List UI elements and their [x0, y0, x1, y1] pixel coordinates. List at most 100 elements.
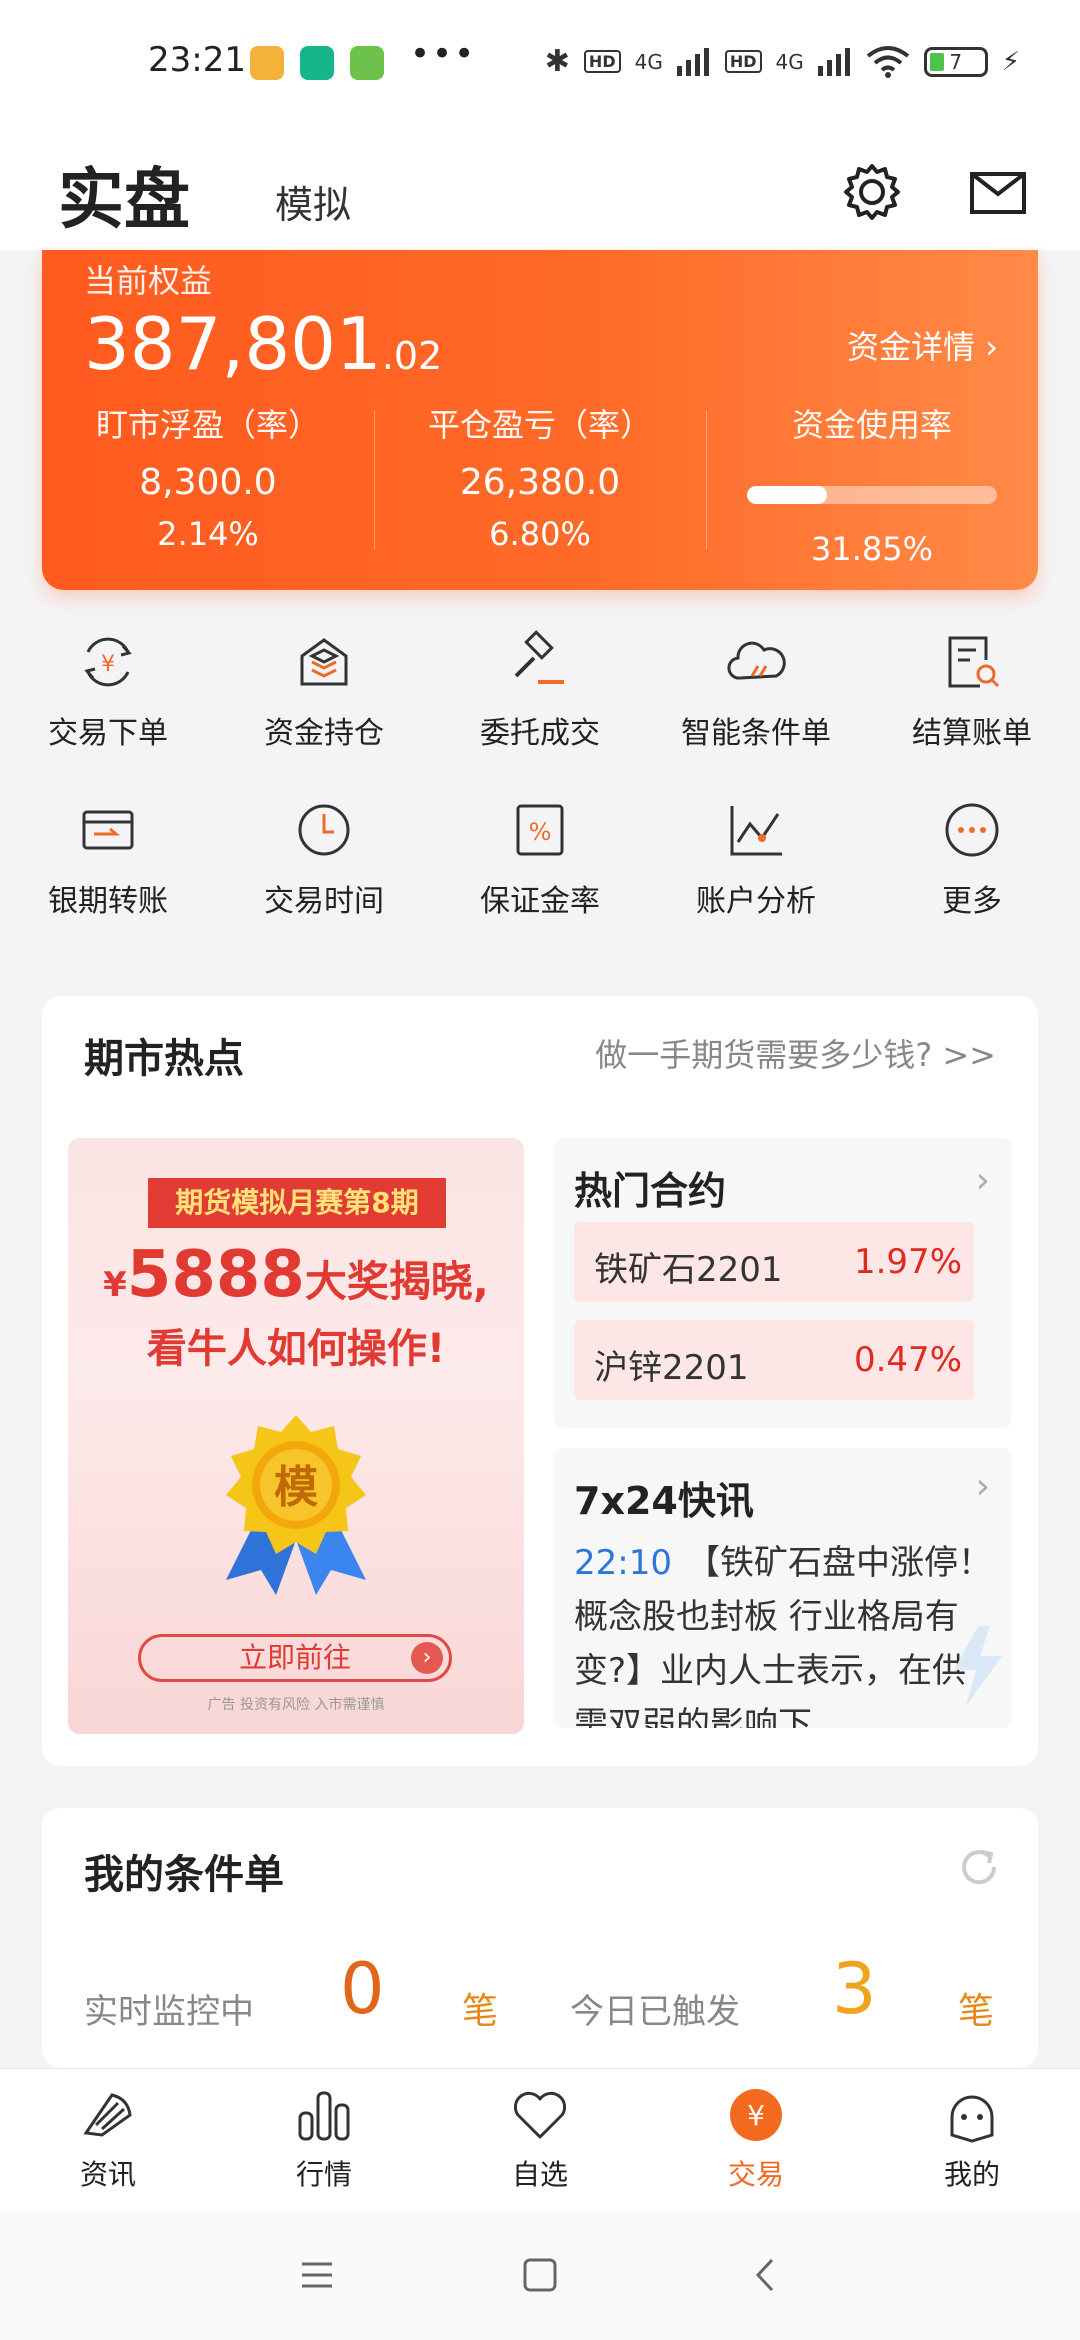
- equity-value-decimal: .02: [381, 334, 443, 378]
- equity-value: 387,801.02: [84, 302, 442, 386]
- shield-app-icon: [300, 46, 334, 80]
- smart-condition-button[interactable]: 智能条件单: [648, 630, 864, 798]
- closed-pnl: 平仓盈亏（率） 26,380.0 6.80%: [374, 400, 706, 553]
- bank-transfer-button[interactable]: 银期转账: [0, 798, 216, 966]
- arrow-right-icon: ›: [411, 1642, 443, 1674]
- tab-simulation[interactable]: 模拟: [275, 174, 351, 229]
- nav-trade[interactable]: ¥ 交易: [648, 2069, 864, 2210]
- floating-pnl-rate: 2.14%: [157, 515, 259, 553]
- news-item[interactable]: 22:10 【铁矿石盘中涨停！概念股也封板 行业格局有变?】业内人士表示，在供需双…: [574, 1536, 994, 1728]
- nav-trade-label: 交易: [727, 2158, 784, 2191]
- more-notifications-icon: •••: [410, 34, 477, 74]
- signal-icon: [676, 47, 709, 76]
- gavel-icon: [514, 630, 564, 684]
- system-indicators: ✱ HD 4G HD 4G 7 ⚡: [545, 44, 1020, 79]
- contract-name: 铁矿石2201: [594, 1250, 783, 1290]
- bottom-nav: 资讯 行情 自选 ¥ 交易 我的: [0, 2068, 1080, 2210]
- nav-news[interactable]: 资讯: [0, 2069, 216, 2210]
- chevron-right-icon: ›: [975, 1466, 990, 1507]
- nav-news-label: 资讯: [79, 2158, 136, 2191]
- system-navigation-bar: [0, 2210, 1080, 2340]
- trade-order-label: 交易下单: [48, 716, 168, 751]
- triggered-label: 今日已触发: [570, 1992, 740, 2032]
- signal-4g-label: 4G: [634, 49, 663, 74]
- notes-app-icon: [250, 46, 284, 80]
- positions-label: 资金持仓: [264, 716, 384, 751]
- monitoring-label: 实时监控中: [84, 1992, 254, 2032]
- equity-card: 当前权益 387,801.02 资金详情 › 盯市浮盈（率） 8,300.0 2…: [42, 250, 1038, 590]
- gear-icon[interactable]: [840, 160, 904, 224]
- smart-condition-label: 智能条件单: [681, 716, 831, 751]
- contest-promo-banner[interactable]: 期货模拟月赛第8期 ¥5888大奖揭晓, 看牛人如何操作! 模 立即前往 › 广…: [68, 1138, 524, 1734]
- closed-pnl-label: 平仓盈亏（率）: [427, 406, 652, 444]
- trading-hours-button[interactable]: 交易时间: [216, 798, 432, 966]
- promo-line1-suffix: 大奖揭晓,: [304, 1257, 489, 1306]
- contract-row[interactable]: 沪锌2201 0.47%: [574, 1320, 974, 1400]
- menu-icon[interactable]: [292, 2250, 342, 2300]
- settlement-bill-button[interactable]: 结算账单: [864, 630, 1080, 798]
- cloud-icon: [727, 641, 786, 680]
- bill-search-icon: [948, 636, 1000, 688]
- contract-name: 沪锌2201: [594, 1348, 749, 1388]
- news-flash-panel[interactable]: 7x24快讯 › 22:10 【铁矿石盘中涨停！概念股也封板 行业格局有变?】业内…: [554, 1448, 1012, 1728]
- margin-cost-link[interactable]: 做一手期货需要多少钱? >>: [595, 1030, 996, 1076]
- news-icon: [83, 2093, 132, 2137]
- bar-chart-icon: [298, 2091, 350, 2141]
- charging-icon: ⚡: [1001, 46, 1020, 77]
- trading-hours-label: 交易时间: [264, 884, 384, 919]
- lightning-icon: [954, 1626, 1002, 1706]
- more-button[interactable]: 更多: [864, 798, 1080, 966]
- contract-change: 0.47%: [853, 1340, 962, 1380]
- svg-text:¥: ¥: [101, 652, 115, 677]
- positions-button[interactable]: 资金持仓: [216, 630, 432, 798]
- fund-usage-label: 资金使用率: [791, 406, 952, 444]
- android-app-icon: [350, 46, 384, 80]
- stack-house-icon: [300, 638, 348, 686]
- bank-transfer-label: 银期转账: [48, 884, 168, 919]
- section-title: 期市热点: [84, 1036, 244, 1082]
- monitoring-count[interactable]: 0: [340, 1948, 385, 2030]
- percent-icon: %: [516, 804, 564, 856]
- contract-row[interactable]: 铁矿石2201 1.97%: [574, 1222, 974, 1302]
- closed-pnl-rate: 6.80%: [489, 515, 591, 553]
- nav-profile-label: 我的: [943, 2158, 1000, 2191]
- hot-contracts-title: 热门合约: [574, 1169, 727, 1213]
- mail-icon[interactable]: [966, 160, 1030, 224]
- fund-usage-rate: 31.85%: [810, 530, 933, 568]
- header: 实盘 模拟: [0, 130, 1080, 250]
- floating-pnl-value: 8,300.0: [139, 462, 277, 503]
- tab-real-trading[interactable]: 实盘: [58, 146, 190, 242]
- settlement-bill-label: 结算账单: [912, 716, 1032, 751]
- monitoring-unit: 笔: [462, 1991, 499, 2032]
- trade-order-button[interactable]: ¥ 交易下单: [0, 630, 216, 798]
- signal-4g-label-2: 4G: [775, 49, 804, 74]
- card-transfer-icon: [82, 810, 134, 850]
- account-analysis-button[interactable]: 账户分析: [648, 798, 864, 966]
- risk-disclaimer: 广告 投资有风险 入市需谨慎: [207, 1697, 385, 1713]
- my-conditions-section: 我的条件单 实时监控中 0 笔 今日已触发 3 笔: [42, 1808, 1038, 2068]
- fund-usage: 资金使用率 31.85%: [706, 400, 1038, 568]
- go-now-button[interactable]: 立即前往 ›: [138, 1634, 452, 1682]
- news-flash-title: 7x24快讯: [574, 1479, 754, 1523]
- function-grid: ¥ 交易下单 资金持仓 委托成交 智能条件单 结算账单 银期转账 交易时间 % …: [0, 630, 1080, 966]
- refresh-icon[interactable]: [956, 1844, 1002, 1890]
- nav-profile[interactable]: 我的: [864, 2069, 1080, 2210]
- floating-pnl-label: 盯市浮盈（率）: [95, 406, 320, 444]
- yuan-circle-icon: ¥: [730, 2089, 782, 2141]
- funds-detail-link[interactable]: 资金详情 ›: [847, 322, 998, 368]
- clock-icon: [298, 804, 350, 856]
- home-icon[interactable]: [515, 2250, 565, 2300]
- hot-contracts-panel[interactable]: 热门合约 › 铁矿石2201 1.97% 沪锌2201 0.47%: [554, 1138, 1012, 1428]
- promo-currency: ¥: [103, 1265, 127, 1305]
- news-time: 22:10: [574, 1543, 672, 1583]
- heart-icon: [513, 2091, 567, 2139]
- closed-pnl-value: 26,380.0: [459, 462, 621, 503]
- market-hot-section: 期市热点 做一手期货需要多少钱? >> 期货模拟月赛第8期 ¥5888大奖揭晓,…: [42, 996, 1038, 1766]
- more-label: 更多: [942, 884, 1002, 919]
- orders-fills-button[interactable]: 委托成交: [432, 630, 648, 798]
- back-icon[interactable]: [740, 2250, 790, 2300]
- nav-watchlist[interactable]: 自选: [432, 2069, 648, 2210]
- margin-rate-button[interactable]: % 保证金率: [432, 798, 648, 966]
- triggered-count[interactable]: 3: [832, 1948, 877, 2030]
- nav-market[interactable]: 行情: [216, 2069, 432, 2210]
